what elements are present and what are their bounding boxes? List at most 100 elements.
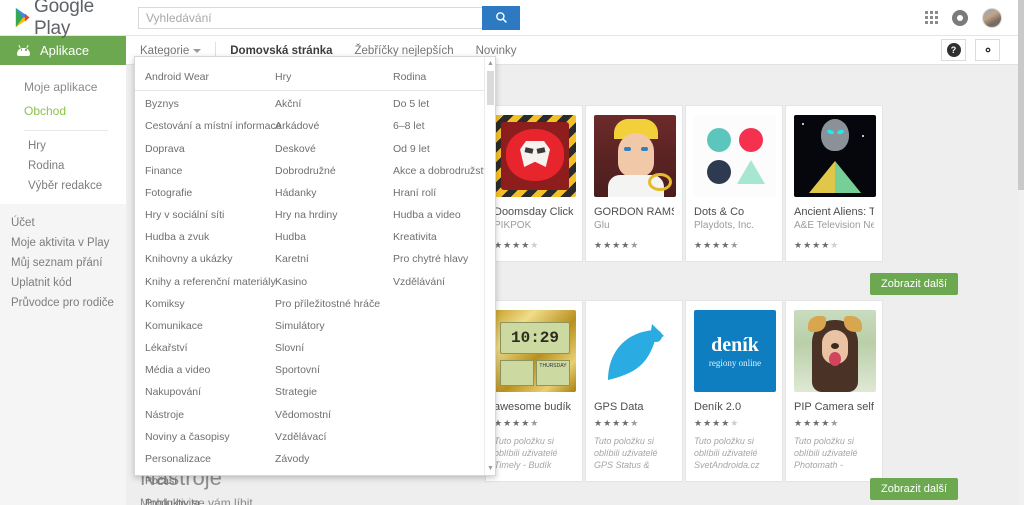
- dropdown-item[interactable]: Byznys: [135, 93, 265, 115]
- sidebar-item-games[interactable]: Hry: [0, 136, 126, 156]
- satellite-dish-icon: [594, 310, 676, 392]
- sidebar-item-apps[interactable]: Aplikace: [0, 36, 126, 65]
- help-button[interactable]: ?: [941, 39, 966, 61]
- dropdown-item[interactable]: Od 9 let: [383, 138, 489, 160]
- google-play-logo[interactable]: Google Play: [0, 0, 126, 40]
- dropdown-item[interactable]: Nakupování: [135, 381, 265, 403]
- sidebar-item-redeem[interactable]: Uplatnit kód: [0, 273, 126, 293]
- show-more-button-row2[interactable]: Zobrazit další: [870, 478, 959, 500]
- dropdown-item[interactable]: 6–8 let: [383, 115, 489, 137]
- dropdown-item[interactable]: Slovní: [265, 337, 383, 359]
- app-developer: Playdots, Inc.: [694, 220, 755, 231]
- app-card[interactable]: Dots & Co Playdots, Inc. ★★★★★: [685, 105, 783, 262]
- dropdown-item[interactable]: Komiksy: [135, 293, 265, 315]
- tab-home[interactable]: Domovská stránka: [230, 45, 332, 57]
- dropdown-item[interactable]: Dobrodružné: [265, 160, 383, 182]
- dropdown-item[interactable]: Finance: [135, 160, 265, 182]
- skull-button-icon: [494, 115, 576, 197]
- sidebar-item-parent-guide[interactable]: Průvodce pro rodiče: [0, 293, 126, 313]
- dropdown-item[interactable]: Cestování a místní informace: [135, 115, 282, 137]
- app-title: PIP Camera selfie f: [794, 401, 874, 413]
- dropdown-item[interactable]: Kasino: [265, 271, 383, 293]
- dropdown-item[interactable]: Hádanky: [265, 182, 383, 204]
- gear-icon: [985, 47, 990, 53]
- page-scrollbar[interactable]: [1018, 0, 1024, 505]
- dropdown-item[interactable]: Sportovní: [265, 359, 383, 381]
- sidebar-item-store[interactable]: Obchod: [0, 99, 126, 123]
- dropdown-item[interactable]: Karetní: [265, 248, 383, 270]
- app-card[interactable]: GORDON RAMSAY Glu ★★★★★: [585, 105, 683, 262]
- app-title: awesome budík: [494, 401, 572, 413]
- dropdown-item[interactable]: Kreativita: [383, 226, 489, 248]
- dropdown-scrollbar[interactable]: ▲ ▼: [484, 57, 495, 475]
- sidebar-account-group: Účet Moje aktivita v Play Můj seznam přá…: [0, 204, 126, 325]
- tab-top-charts[interactable]: Žebříčky nejlepších: [355, 45, 454, 57]
- sidebar-item-family[interactable]: Rodina: [0, 156, 126, 176]
- sidebar-item-my-apps[interactable]: Moje aplikace: [0, 75, 126, 99]
- dropdown-item[interactable]: Hraní rolí: [383, 182, 489, 204]
- app-card[interactable]: Ancient Aliens: The A&E Television Netwo…: [785, 105, 883, 262]
- app-card[interactable]: PIP Camera selfie f ★★★★★ Tuto položku s…: [785, 300, 883, 483]
- dropdown-item[interactable]: Média a video: [135, 359, 265, 381]
- app-card[interactable]: deník regiony online Deník 2.0 ★★★★★ Tut…: [685, 300, 783, 483]
- tab-new-releases[interactable]: Novinky: [476, 45, 517, 57]
- dropdown-item[interactable]: Doprava: [135, 138, 265, 160]
- dropdown-item[interactable]: Vědomostní: [265, 404, 383, 426]
- dropdown-item[interactable]: Vzdělávání: [383, 271, 489, 293]
- sidebar-item-wishlist[interactable]: Můj seznam přání: [0, 253, 126, 273]
- dropdown-item[interactable]: Lékařství: [135, 337, 265, 359]
- dropdown-item[interactable]: Počasí: [135, 470, 265, 492]
- dropdown-item[interactable]: Vzdělávací: [265, 426, 383, 448]
- scroll-up-arrow-icon[interactable]: ▲: [487, 60, 494, 67]
- dropdown-item[interactable]: Hry v sociální síti: [135, 204, 265, 226]
- sidebar-item-editors-choice[interactable]: Výběr redakce: [0, 176, 126, 196]
- app-card[interactable]: Doomsday Clicker PIKPOK ★★★★★: [485, 105, 583, 262]
- dropdown-column-family: Rodina Do 5 let 6–8 let Od 9 let Akce a dobr…: [383, 57, 492, 475]
- rating-stars: ★★★★★: [494, 418, 540, 428]
- dropdown-item[interactable]: Pro příležitostné hráče: [265, 293, 383, 315]
- dropdown-item[interactable]: Pro chytré hlavy: [383, 248, 489, 270]
- dropdown-item[interactable]: Arkádové: [265, 115, 383, 137]
- dropdown-item[interactable]: Do 5 let: [383, 93, 489, 115]
- dropdown-item[interactable]: Akce a dobrodružství: [383, 160, 492, 182]
- dropdown-item[interactable]: Simulátory: [265, 315, 383, 337]
- app-developer: A&E Television Network: [794, 220, 874, 231]
- page-scroll-thumb[interactable]: [1018, 0, 1024, 190]
- dropdown-item[interactable]: Komunikace: [135, 315, 265, 337]
- dropdown-item[interactable]: Nástroje: [135, 404, 265, 426]
- dropdown-item[interactable]: Produktivita: [135, 492, 265, 505]
- sidebar-item-account[interactable]: Účet: [0, 213, 126, 233]
- dropdown-item[interactable]: Hudba a zvuk: [135, 226, 265, 248]
- dropdown-item[interactable]: Strategie: [265, 381, 383, 403]
- dropdown-item[interactable]: Hry na hrdiny: [265, 204, 383, 226]
- search-button[interactable]: [482, 5, 520, 30]
- sidebar-item-play-activity[interactable]: Moje aktivita v Play: [0, 233, 126, 253]
- dropdown-item[interactable]: Hudba a video: [383, 204, 489, 226]
- show-more-button-row1[interactable]: Zobrazit další: [870, 273, 959, 295]
- dropdown-item[interactable]: Android Wear: [135, 66, 265, 92]
- app-card[interactable]: 10:29 THURSDAY awesome budík ★★★★★ Tuto …: [485, 300, 583, 483]
- dropdown-item[interactable]: Noviny a časopisy: [135, 426, 265, 448]
- dropdown-item[interactable]: Knihy a referenční materiály: [135, 271, 276, 293]
- user-avatar[interactable]: [982, 7, 1002, 28]
- dropdown-item[interactable]: Hry: [265, 66, 383, 92]
- app-card[interactable]: GPS Data ★★★★★ Tuto položku si oblíbili …: [585, 300, 683, 483]
- dropdown-item[interactable]: Personalizace: [135, 448, 265, 470]
- dropdown-item[interactable]: Akční: [265, 93, 383, 115]
- dropdown-item[interactable]: Fotografie: [135, 182, 265, 204]
- dropdown-item[interactable]: Deskové: [265, 138, 383, 160]
- categories-dropdown-trigger[interactable]: Kategorie: [140, 45, 215, 57]
- apps-grid-icon[interactable]: [925, 11, 938, 24]
- dropdown-item[interactable]: Rodina: [383, 66, 489, 92]
- dropdown-scroll-thumb[interactable]: [487, 71, 494, 105]
- dropdown-item[interactable]: Knihovny a ukázky: [135, 248, 265, 270]
- dropdown-item[interactable]: Závody: [265, 448, 383, 470]
- selfie-photo-icon: [794, 310, 876, 392]
- dropdown-item[interactable]: Hudba: [265, 226, 383, 248]
- settings-button[interactable]: [975, 39, 1000, 61]
- notifications-icon[interactable]: [952, 9, 968, 26]
- dropdown-column-games: Hry Akční Arkádové Deskové Dobrodružné Hádank…: [265, 57, 383, 475]
- search-input[interactable]: [138, 6, 482, 29]
- scroll-down-arrow-icon[interactable]: ▼: [487, 465, 494, 472]
- app-title: GORDON RAMSAY: [594, 206, 674, 218]
